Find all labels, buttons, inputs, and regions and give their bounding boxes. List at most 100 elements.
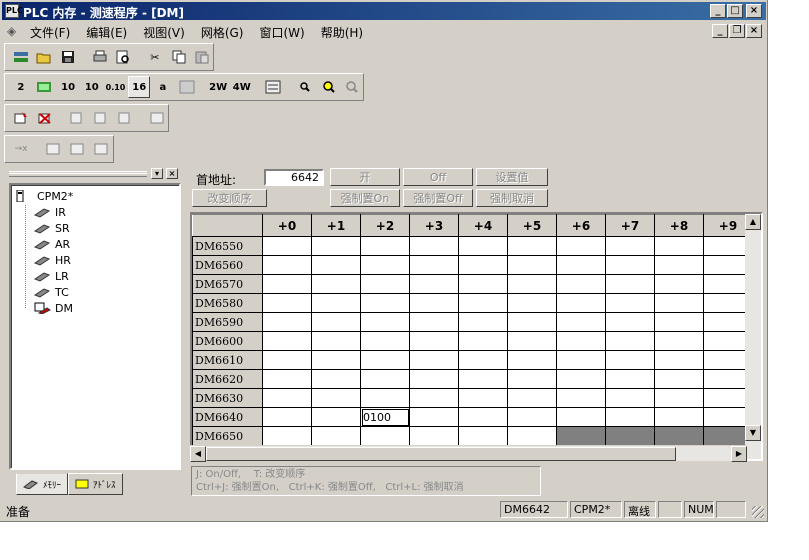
title-bar[interactable]: PLC PLC 内存 - 测速程序 - [DM] _ □ × xyxy=(2,2,766,20)
binary-format-icon[interactable]: 2 xyxy=(10,76,32,98)
tree-item-lr[interactable]: LR xyxy=(33,268,69,284)
memory-cell[interactable] xyxy=(262,236,312,256)
column-header[interactable]: +5 xyxy=(507,214,557,237)
memory-cell[interactable] xyxy=(556,388,606,408)
memory-cell[interactable] xyxy=(605,388,655,408)
scroll-left-arrow[interactable]: ◀ xyxy=(190,446,206,462)
row-header[interactable]: DM6640 xyxy=(192,407,263,427)
memory-cell[interactable] xyxy=(311,312,361,332)
memory-cell[interactable] xyxy=(556,255,606,275)
memory-cell[interactable] xyxy=(458,274,508,294)
memory-cell[interactable] xyxy=(605,331,655,351)
force-on-icon[interactable] xyxy=(42,138,64,160)
menu-window[interactable]: 窗口(W) xyxy=(259,24,304,41)
paste-icon[interactable] xyxy=(191,46,213,68)
memory-cell[interactable] xyxy=(556,236,606,256)
tree-item-ar[interactable]: AR xyxy=(33,236,70,252)
memory-cell[interactable]: 0100 xyxy=(360,407,410,427)
memory-cell[interactable] xyxy=(311,293,361,313)
search-icon[interactable] xyxy=(294,76,316,98)
memory-cell[interactable] xyxy=(654,407,704,427)
memory-cell[interactable] xyxy=(458,407,508,427)
bit-monitor-icon[interactable] xyxy=(34,76,56,98)
memory-cell[interactable] xyxy=(605,236,655,256)
close-button[interactable]: × xyxy=(746,4,762,18)
memory-cell[interactable] xyxy=(507,293,557,313)
memory-cell[interactable] xyxy=(556,369,606,389)
maximize-button[interactable]: □ xyxy=(727,4,743,18)
memory-cell[interactable] xyxy=(311,369,361,389)
memory-cell[interactable] xyxy=(507,255,557,275)
memory-cell[interactable] xyxy=(360,312,410,332)
memory-cell[interactable] xyxy=(507,331,557,351)
tree-item-ir[interactable]: IR xyxy=(33,204,66,220)
memory-cell[interactable] xyxy=(605,407,655,427)
memory-cell[interactable] xyxy=(458,236,508,256)
child-restore-button[interactable]: ❐ xyxy=(729,24,745,38)
column-header[interactable]: +3 xyxy=(409,214,459,237)
tab-address[interactable]: ｱﾄﾞﾚｽ xyxy=(68,473,123,495)
memory-cell[interactable] xyxy=(262,274,312,294)
tab-memory[interactable]: ﾒﾓﾘｰ xyxy=(16,473,69,495)
plc-connect-icon[interactable] xyxy=(10,46,32,68)
download-icon[interactable] xyxy=(90,107,112,129)
memory-cell[interactable] xyxy=(262,407,312,427)
compare-icon[interactable] xyxy=(114,107,136,129)
row-header[interactable]: DM6600 xyxy=(192,331,263,351)
memory-cell[interactable] xyxy=(654,331,704,351)
memory-cell[interactable] xyxy=(507,350,557,370)
open-icon[interactable] xyxy=(34,46,56,68)
memory-cell[interactable] xyxy=(458,426,508,446)
four-word-button[interactable]: 4W xyxy=(231,76,253,98)
list-view-icon[interactable] xyxy=(263,76,285,98)
zoom-in-icon[interactable] xyxy=(318,76,340,98)
memory-cell[interactable] xyxy=(409,293,459,313)
print-icon[interactable] xyxy=(89,46,111,68)
memory-cell[interactable] xyxy=(556,407,606,427)
memory-cell[interactable] xyxy=(654,255,704,275)
memory-cell[interactable] xyxy=(507,274,557,294)
memory-cell[interactable] xyxy=(262,331,312,351)
child-minimize-button[interactable]: _ xyxy=(712,24,728,38)
memory-cell[interactable] xyxy=(654,426,704,446)
memory-cell[interactable] xyxy=(507,236,557,256)
save-icon[interactable] xyxy=(57,46,79,68)
row-header[interactable]: DM6570 xyxy=(192,274,263,294)
row-header[interactable]: DM6630 xyxy=(192,388,263,408)
child-close-button[interactable]: × xyxy=(746,24,762,38)
memory-cell[interactable] xyxy=(409,369,459,389)
memory-cell[interactable] xyxy=(507,426,557,446)
force-cancel-icon[interactable] xyxy=(90,138,112,160)
horizontal-scrollbar[interactable]: ◀ ▶ xyxy=(190,445,747,462)
bcd-format-icon[interactable] xyxy=(176,76,198,98)
memory-cell[interactable] xyxy=(311,388,361,408)
memory-cell[interactable] xyxy=(311,426,361,446)
memory-cell[interactable] xyxy=(458,293,508,313)
memory-cell[interactable] xyxy=(458,369,508,389)
memory-cell[interactable] xyxy=(458,350,508,370)
transfer-to-plc-icon[interactable] xyxy=(10,107,32,129)
row-header[interactable]: DM6620 xyxy=(192,369,263,389)
memory-cell[interactable] xyxy=(311,350,361,370)
signed-decimal-button[interactable]: 10 xyxy=(81,76,103,98)
memory-cell[interactable] xyxy=(507,407,557,427)
memory-cell[interactable] xyxy=(654,274,704,294)
tree-root-plc[interactable]: CPM2* xyxy=(15,188,73,204)
scroll-up-arrow[interactable]: ▲ xyxy=(745,214,761,230)
memory-cell[interactable] xyxy=(654,236,704,256)
row-header[interactable]: DM6610 xyxy=(192,350,263,370)
row-header[interactable]: DM6550 xyxy=(192,236,263,256)
memory-cell[interactable] xyxy=(654,369,704,389)
memory-cell[interactable] xyxy=(507,369,557,389)
memory-cell[interactable] xyxy=(360,331,410,351)
memory-cell[interactable] xyxy=(458,388,508,408)
memory-cell[interactable] xyxy=(409,350,459,370)
tree-item-dm[interactable]: DM xyxy=(33,300,73,316)
memory-cell[interactable] xyxy=(605,255,655,275)
force-off-icon[interactable] xyxy=(66,138,88,160)
scroll-right-arrow[interactable]: ▶ xyxy=(731,446,747,462)
memory-cell[interactable] xyxy=(311,331,361,351)
monitor-icon[interactable] xyxy=(146,107,168,129)
memory-cell[interactable] xyxy=(409,236,459,256)
upload-icon[interactable] xyxy=(66,107,88,129)
